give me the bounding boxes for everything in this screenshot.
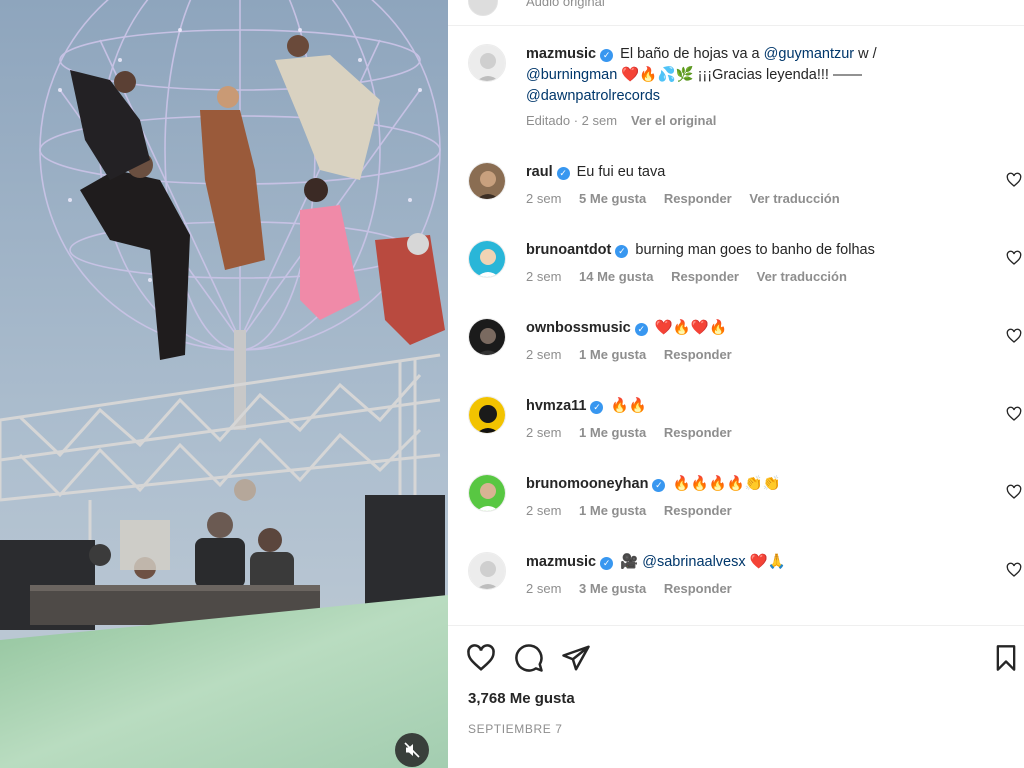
verified-badge-icon: ✓ xyxy=(556,167,570,180)
verified-badge-icon: ✓ xyxy=(634,323,648,336)
translate-button[interactable]: Ver traducción xyxy=(757,269,847,284)
caption-edited: Editado · 2 sem xyxy=(526,113,618,128)
commenter-avatar[interactable] xyxy=(468,240,506,278)
heart-outline-icon xyxy=(1006,250,1022,265)
save-button[interactable] xyxy=(992,643,1022,673)
like-comment-button[interactable] xyxy=(1006,562,1022,578)
mention-sabrinaalvesx[interactable]: @sabrinaalvesx xyxy=(642,554,745,570)
see-original-link[interactable]: Ver el original xyxy=(631,113,716,128)
commenter-avatar[interactable] xyxy=(468,552,506,590)
heart-outline-icon xyxy=(1006,484,1022,499)
author-avatar[interactable] xyxy=(468,0,498,16)
heart-outline-icon xyxy=(467,644,495,671)
like-comment-button[interactable] xyxy=(1006,328,1022,344)
comment-time: 2 sem xyxy=(526,269,562,284)
mention-dawnpatrolrecords[interactable]: @dawnpatrolrecords xyxy=(526,88,660,104)
reply-button[interactable]: Responder xyxy=(671,269,739,284)
post-details-panel: Audio original mazmusic ✓ El baño de hoja… xyxy=(448,0,1024,768)
share-button[interactable] xyxy=(561,643,591,673)
heart-outline-icon xyxy=(1006,172,1022,187)
comment-time: 2 sem xyxy=(526,425,562,440)
comment-text: 🔥🔥 xyxy=(610,398,647,414)
comment-username[interactable]: mazmusic xyxy=(526,554,596,570)
comment-time: 2 sem xyxy=(526,581,562,596)
comment-text: burning man goes to banho de folhas xyxy=(635,242,875,258)
comment-likes[interactable]: 5 Me gusta xyxy=(579,191,646,206)
verified-badge-icon: ✓ xyxy=(600,49,614,62)
comment-username[interactable]: ownbossmusic xyxy=(526,320,631,336)
verified-badge-icon: ✓ xyxy=(615,245,629,258)
comment-time: 2 sem xyxy=(526,191,562,206)
like-comment-button[interactable] xyxy=(1006,250,1022,266)
reply-button[interactable]: Responder xyxy=(664,503,732,518)
comment-time: 2 sem xyxy=(526,503,562,518)
caption-text-2: w / xyxy=(858,46,877,62)
comment-likes[interactable]: 3 Me gusta xyxy=(579,581,646,596)
post-date[interactable]: SEPTIEMBRE 7 xyxy=(468,722,563,736)
comment-bubble-icon xyxy=(515,644,543,672)
post-actions: 3,768 Me gusta SEPTIEMBRE 7 xyxy=(448,627,1024,768)
commenter-avatar[interactable] xyxy=(468,474,506,512)
bookmark-icon xyxy=(996,645,1016,671)
comment-likes[interactable]: 14 Me gusta xyxy=(579,269,653,284)
commenter-avatar[interactable] xyxy=(468,396,506,434)
verified-badge-icon: ✓ xyxy=(590,401,604,414)
comment-username[interactable]: hvmza11 xyxy=(526,398,586,414)
comment-username[interactable]: raul xyxy=(526,164,553,180)
mention-guymantzur[interactable]: @guymantzur xyxy=(764,46,854,62)
translate-button[interactable]: Ver traducción xyxy=(749,191,839,206)
reply-button[interactable]: Responder xyxy=(664,581,732,596)
comment-text: 🔥🔥🔥🔥👏👏 xyxy=(672,476,781,492)
comment-username[interactable]: brunomooneyhan xyxy=(526,476,648,492)
commenter-avatar[interactable] xyxy=(468,162,506,200)
reply-button[interactable]: Responder xyxy=(664,191,732,206)
like-post-button[interactable] xyxy=(466,643,496,673)
heart-outline-icon xyxy=(1006,562,1022,577)
mute-toggle-button[interactable] xyxy=(395,733,429,767)
audio-label[interactable]: Audio original xyxy=(526,0,605,9)
like-comment-button[interactable] xyxy=(1006,406,1022,422)
reply-button[interactable]: Responder xyxy=(664,425,732,440)
comment-likes[interactable]: 1 Me gusta xyxy=(579,425,646,440)
comment-text: Eu fui eu tava xyxy=(576,164,666,180)
like-comment-button[interactable] xyxy=(1006,484,1022,500)
comment-button[interactable] xyxy=(514,643,544,673)
verified-badge-icon: ✓ xyxy=(600,557,614,570)
paper-plane-icon xyxy=(562,645,590,671)
heart-outline-icon xyxy=(1006,328,1022,343)
comment-likes[interactable]: 1 Me gusta xyxy=(579,503,646,518)
mention-burningman[interactable]: @burningman xyxy=(526,67,617,83)
comment-text-pre: 🎥 xyxy=(620,554,639,570)
comments-list: mazmusic ✓ El baño de hojas va a @guymant… xyxy=(448,26,1024,626)
speaker-muted-icon xyxy=(404,742,420,758)
heart-outline-icon xyxy=(1006,406,1022,421)
caption-text-1: El baño de hojas va a xyxy=(620,46,760,62)
comment-username[interactable]: brunoantdot xyxy=(526,242,611,258)
likes-count[interactable]: 3,768 Me gusta xyxy=(468,690,575,707)
post-video[interactable] xyxy=(0,0,448,768)
caption-avatar[interactable] xyxy=(468,44,506,82)
caption-text-3: ❤️🔥💦🌿 ¡¡¡Gracias leyenda!!! —— xyxy=(621,67,862,83)
commenter-avatar[interactable] xyxy=(468,318,506,356)
comment-text: ❤️🔥❤️🔥 xyxy=(654,320,727,336)
like-comment-button[interactable] xyxy=(1006,172,1022,188)
reply-button[interactable]: Responder xyxy=(664,347,732,362)
video-frame-illustration xyxy=(0,0,448,768)
comment-time: 2 sem xyxy=(526,347,562,362)
post-header: Audio original xyxy=(448,0,1024,26)
comment-text-post: ❤️🙏 xyxy=(749,554,786,570)
comment-likes[interactable]: 1 Me gusta xyxy=(579,347,646,362)
caption-username[interactable]: mazmusic xyxy=(526,46,596,62)
verified-badge-icon: ✓ xyxy=(652,479,666,492)
